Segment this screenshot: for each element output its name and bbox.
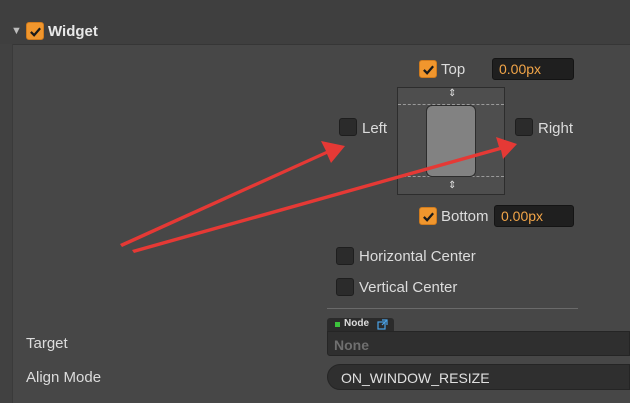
align-mode-label: Align Mode xyxy=(26,369,102,386)
bottom-margin-arrow-icon: ⇕ xyxy=(448,180,457,191)
expand-triangle-icon[interactable]: ▼ xyxy=(11,25,22,37)
top-value-input[interactable]: 0.00px xyxy=(492,58,574,80)
bottom-value-input[interactable]: 0.00px xyxy=(494,205,574,227)
target-value: None xyxy=(334,337,369,353)
alignment-diagram: ⇕ ⇕ xyxy=(397,87,505,195)
widget-preview-box xyxy=(426,105,476,177)
node-badge-label: Node xyxy=(344,318,369,329)
target-label: Target xyxy=(26,335,68,352)
bottom-checkbox[interactable] xyxy=(419,207,437,225)
align-mode-select[interactable]: ON_WINDOW_RESIZE xyxy=(327,364,630,390)
left-gutter xyxy=(0,44,13,403)
horizontal-center-checkbox[interactable] xyxy=(336,247,354,265)
align-mode-value: ON_WINDOW_RESIZE xyxy=(341,370,490,386)
top-margin-arrow-icon: ⇕ xyxy=(448,88,457,99)
bottom-label: Bottom xyxy=(441,208,489,225)
badge-dot xyxy=(335,322,340,327)
check-icon xyxy=(422,212,434,222)
widget-enabled-checkbox[interactable] xyxy=(26,22,44,40)
target-node-field[interactable]: None xyxy=(327,331,630,356)
widget-title: Widget xyxy=(48,23,98,40)
left-label: Left xyxy=(362,120,388,137)
check-icon xyxy=(29,27,41,37)
top-checkbox[interactable] xyxy=(419,60,437,78)
separator xyxy=(327,308,578,309)
vertical-center-label: Vertical Center xyxy=(359,279,458,296)
vertical-center-checkbox[interactable] xyxy=(336,278,354,296)
right-label: Right xyxy=(538,120,574,137)
external-link-icon[interactable] xyxy=(377,319,388,330)
top-label: Top xyxy=(441,61,466,78)
check-icon xyxy=(422,65,434,75)
node-type-badge: Node xyxy=(327,318,394,331)
horizontal-center-label: Horizontal Center xyxy=(359,248,476,265)
right-checkbox[interactable] xyxy=(515,118,533,136)
annotation-arrow-icon xyxy=(120,141,345,247)
left-checkbox[interactable] xyxy=(339,118,357,136)
